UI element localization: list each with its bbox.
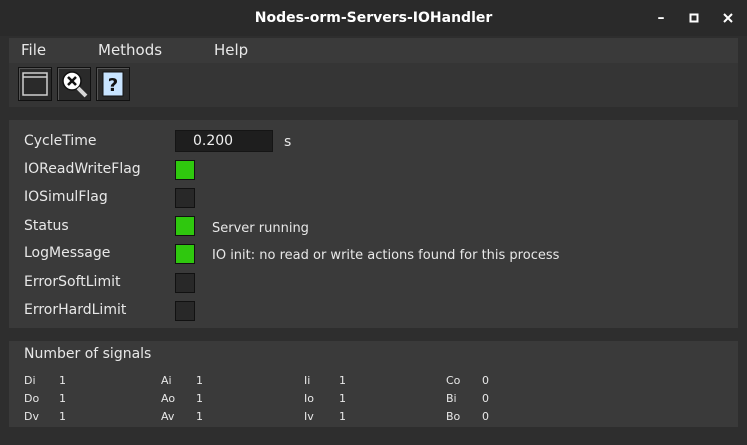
cycletime-value[interactable]: 0.200 (175, 130, 273, 152)
help-button[interactable]: ? (96, 67, 130, 101)
close-glyph (723, 13, 733, 23)
signal-ao-count: 1 (196, 392, 203, 405)
signal-do-label: Do (24, 392, 40, 405)
status-indicator (175, 216, 195, 236)
menu-methods[interactable]: Methods (98, 41, 162, 59)
maximize-glyph (689, 13, 699, 23)
signal-co-label: Co (446, 374, 461, 387)
signal-ao-label: Ao (161, 392, 176, 405)
menu-file[interactable]: File (21, 41, 46, 59)
cycletime-label: CycleTime (24, 133, 97, 149)
menu-bar: File Methods Help (9, 38, 738, 63)
signal-io-label: Io (304, 392, 314, 405)
signal-di-label: Di (24, 374, 36, 387)
toolbar: ? (9, 63, 738, 107)
graph-button[interactable] (18, 67, 52, 101)
signal-iv-label: Iv (304, 410, 314, 423)
signal-bi-count: 0 (482, 392, 489, 405)
ioreadwriteflag-indicator (175, 160, 195, 180)
signal-bo-label: Bo (446, 410, 461, 423)
maximize-icon[interactable] (684, 8, 704, 28)
status-label: Status (24, 218, 69, 234)
crossref-button[interactable] (57, 67, 91, 101)
menu-help[interactable]: Help (214, 41, 248, 59)
signal-io-count: 1 (339, 392, 346, 405)
signal-do-count: 1 (59, 392, 66, 405)
attributes-panel: CycleTime 0.200 s IOReadWriteFlag IOSimu… (9, 120, 738, 328)
signal-iv-count: 1 (339, 410, 346, 423)
signal-co-count: 0 (482, 374, 489, 387)
signal-dv-label: Dv (24, 410, 39, 423)
cycletime-unit: s (284, 134, 292, 150)
signal-av-label: Av (161, 410, 175, 423)
help-glyph: ? (108, 75, 118, 96)
minimize-icon[interactable]: – (651, 8, 671, 28)
signal-av-count: 1 (196, 410, 203, 423)
signal-di-count: 1 (59, 374, 66, 387)
signal-dv-count: 1 (59, 410, 66, 423)
signal-ii-label: Ii (304, 374, 311, 387)
logmessage-text: IO init: no read or write actions found … (212, 248, 560, 263)
errorhardlimit-label: ErrorHardLimit (24, 302, 127, 318)
errorsoftlimit-label: ErrorSoftLimit (24, 274, 121, 290)
iosimulflag-indicator (175, 188, 195, 208)
signals-title: Number of signals (24, 346, 152, 362)
iosimulflag-label: IOSimulFlag (24, 189, 108, 205)
help-icon: ? (102, 71, 124, 97)
graph-window-icon (22, 72, 48, 96)
signal-ai-count: 1 (196, 374, 203, 387)
signal-bi-label: Bi (446, 392, 457, 405)
title-bar: Nodes-orm-Servers-IOHandler – (0, 0, 747, 36)
signal-bo-count: 0 (482, 410, 489, 423)
status-text: Server running (212, 221, 309, 236)
errorsoftlimit-indicator (175, 273, 195, 293)
signals-panel: Number of signals Di 1 Ai 1 Ii 1 Co 0 Do… (9, 341, 738, 427)
signal-ii-count: 1 (339, 374, 346, 387)
logmessage-label: LogMessage (24, 245, 111, 261)
window-title: Nodes-orm-Servers-IOHandler (254, 10, 493, 26)
crossref-search-icon (62, 71, 88, 98)
ioreadwriteflag-label: IOReadWriteFlag (24, 161, 141, 177)
errorhardlimit-indicator (175, 301, 195, 321)
signal-ai-label: Ai (161, 374, 172, 387)
close-icon[interactable] (718, 8, 738, 28)
logmessage-indicator (175, 244, 195, 264)
